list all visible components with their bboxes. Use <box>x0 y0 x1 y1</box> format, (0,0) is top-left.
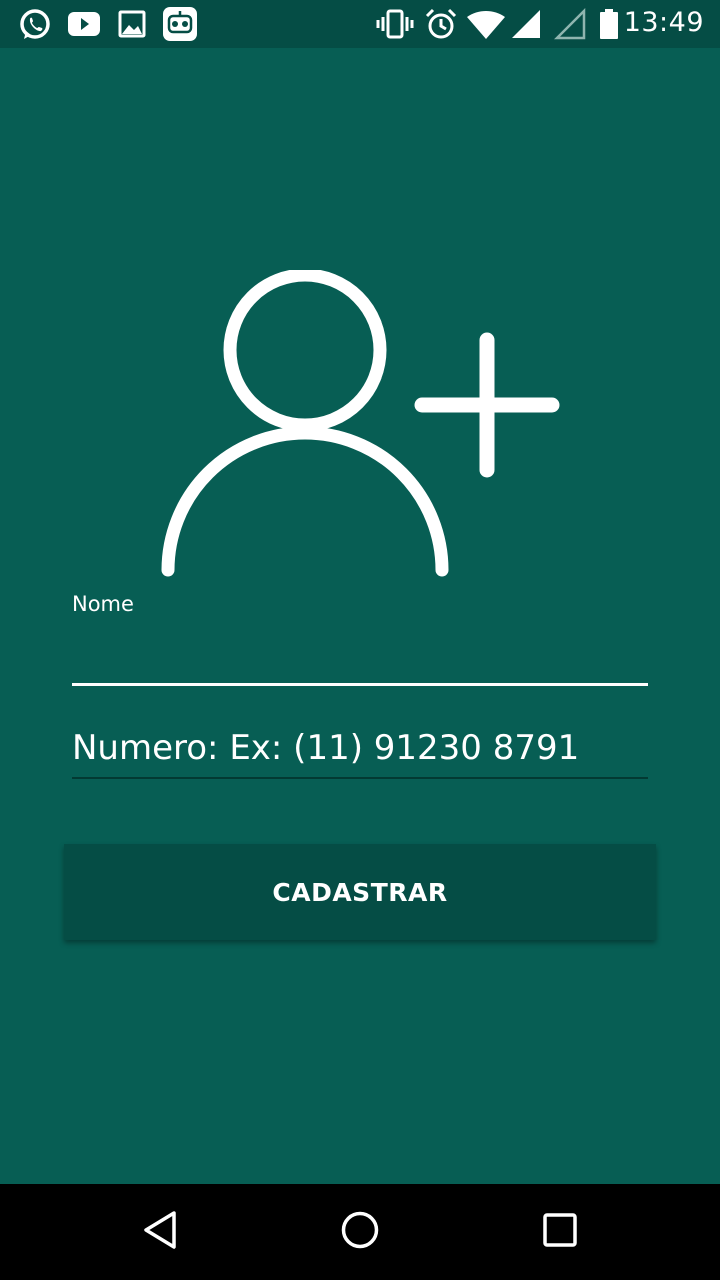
signal-icon <box>510 8 542 40</box>
numero-input[interactable] <box>72 724 648 779</box>
nome-input[interactable] <box>72 628 648 686</box>
add-contact-icon <box>150 268 570 584</box>
home-icon <box>340 1210 380 1254</box>
vibrate-icon <box>376 8 414 40</box>
back-icon <box>142 1210 178 1254</box>
gallery-icon <box>118 10 146 42</box>
nome-label: Nome <box>72 592 134 616</box>
clock-time: 13:49 <box>623 7 704 38</box>
recents-icon <box>542 1212 578 1252</box>
signal-empty-icon <box>554 8 586 40</box>
navigation-bar <box>0 1184 720 1280</box>
home-button[interactable] <box>336 1208 384 1256</box>
status-bar: 13:49 <box>0 0 720 48</box>
battery-icon <box>598 8 620 40</box>
recents-button[interactable] <box>536 1208 584 1256</box>
register-contact-screen: Nome CADASTRAR <box>0 48 720 1184</box>
wifi-icon <box>466 10 506 42</box>
alarm-icon <box>425 8 457 40</box>
cadastrar-button[interactable]: CADASTRAR <box>64 844 656 940</box>
back-button[interactable] <box>136 1208 184 1256</box>
youtube-icon <box>67 10 101 42</box>
bot-app-icon <box>162 6 198 41</box>
whatsapp-icon <box>18 8 52 40</box>
